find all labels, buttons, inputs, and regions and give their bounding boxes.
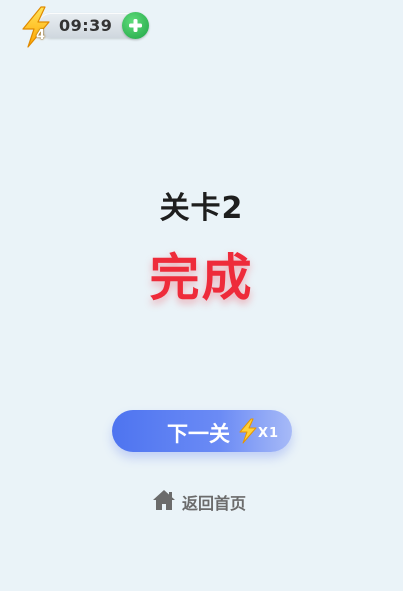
level-title: 关卡2 [159,191,244,226]
next-level-cost: X1 [258,426,280,441]
energy-timer: 09:39 [59,16,113,35]
back-home-link[interactable]: 返回首页 [150,488,260,514]
lightning-bolt-icon [239,418,257,444]
energy-count: 4 [36,28,46,43]
plus-icon [129,19,142,32]
next-level-button[interactable]: 下一关 X1 [112,410,292,452]
add-energy-button[interactable] [122,12,149,39]
energy-timer-bar: 4 09:39 [18,6,149,48]
next-level-label: 下一关 [167,422,230,446]
back-home-label: 返回首页 [182,494,247,513]
home-icon [153,490,175,510]
complete-title: 完成 [149,249,254,307]
